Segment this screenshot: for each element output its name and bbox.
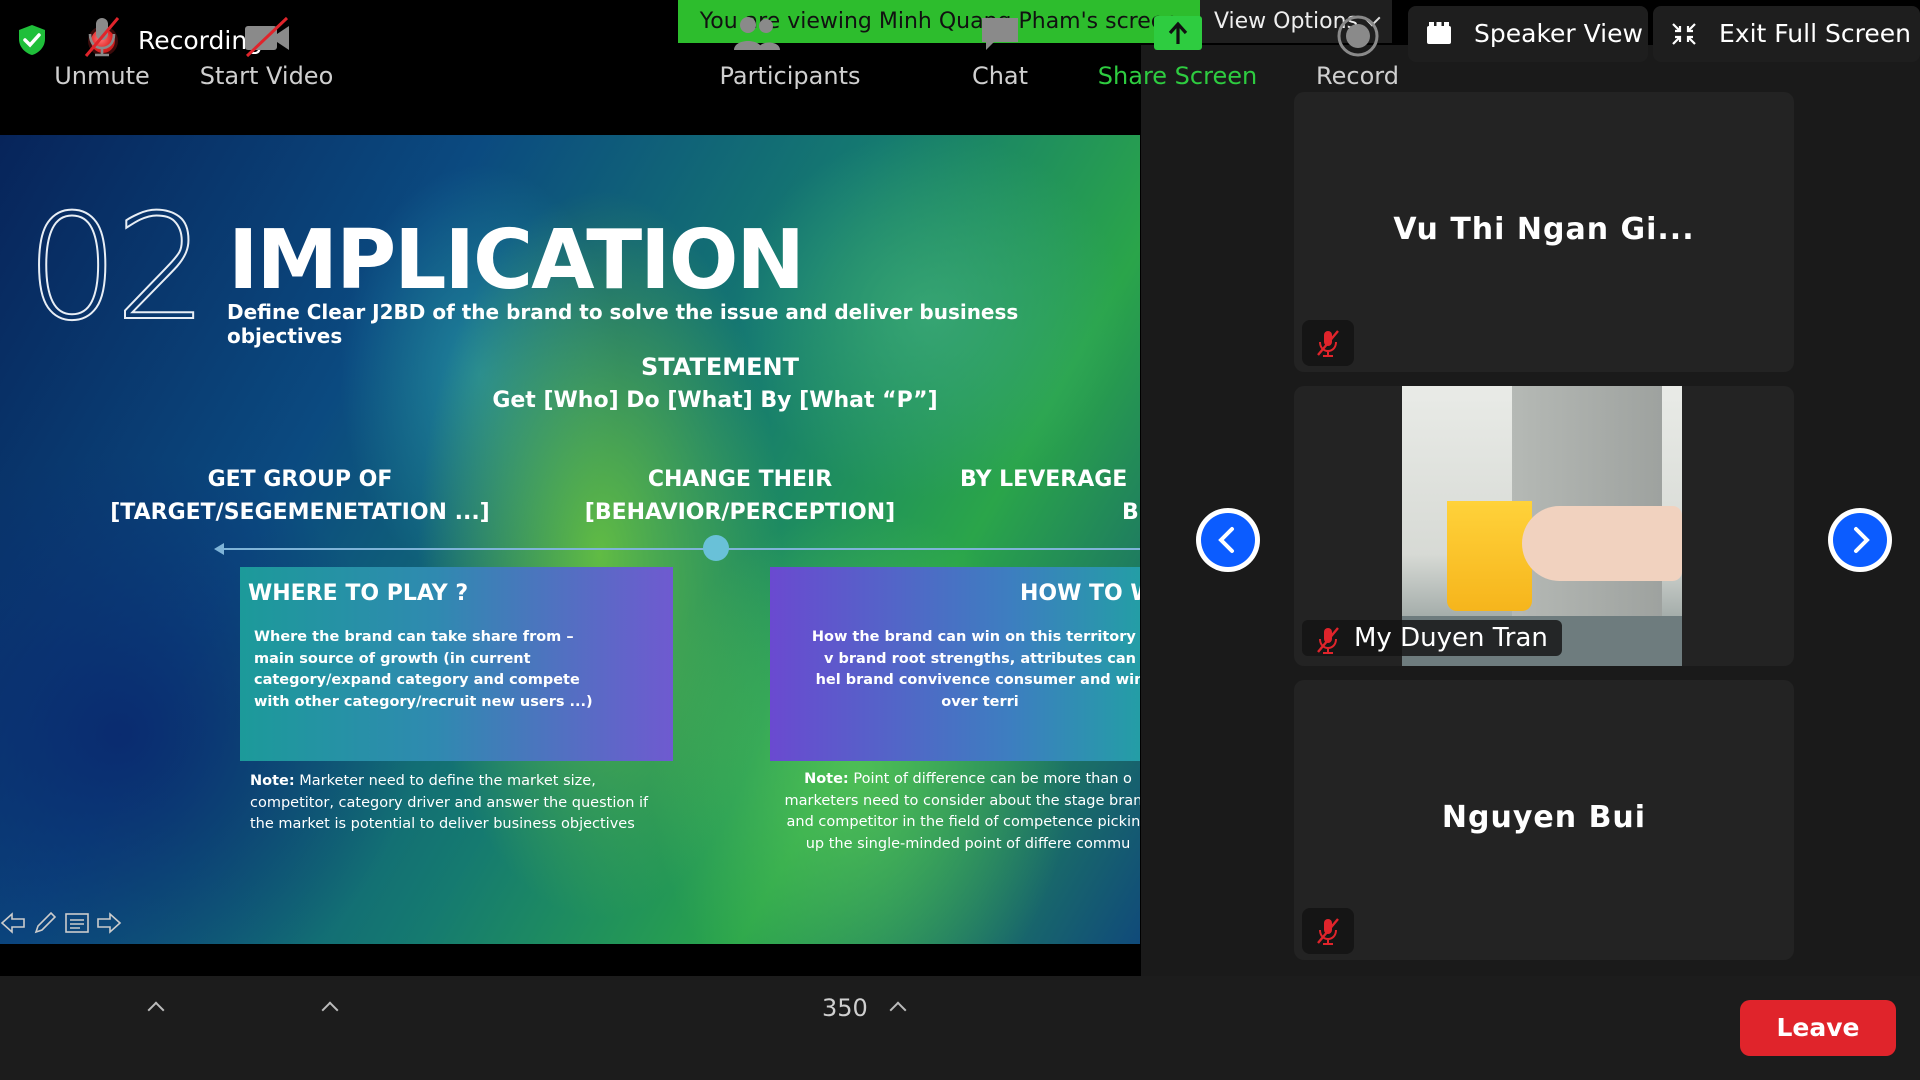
speaker-view-icon bbox=[1427, 22, 1451, 44]
unmute-label: Unmute bbox=[54, 62, 150, 90]
mic-muted-icon bbox=[1317, 330, 1339, 357]
unmute-button[interactable]: Unmute bbox=[40, 0, 164, 104]
record-icon bbox=[1337, 15, 1378, 57]
video-off-icon bbox=[244, 16, 289, 58]
how-to-win-box: HOW TO W How the brand can win on this t… bbox=[770, 567, 1140, 761]
statement-heading: STATEMENT bbox=[640, 353, 799, 381]
record-button[interactable]: Record bbox=[1305, 0, 1410, 104]
column-heading-line: GET GROUP OF bbox=[207, 467, 393, 492]
start-video-button[interactable]: Start Video bbox=[195, 0, 338, 104]
share-screen-button[interactable]: Share Screen bbox=[1090, 0, 1265, 104]
exit-fullscreen-label: Exit Full Screen bbox=[1719, 19, 1911, 48]
participant-tile[interactable]: Vu Thi Ngan Gi... bbox=[1294, 92, 1794, 372]
slide-controls bbox=[0, 910, 130, 940]
participant-tile[interactable]: My Duyen Tran bbox=[1294, 386, 1794, 666]
pen-icon[interactable] bbox=[32, 910, 58, 936]
column-heading-line: [TARGET/SEGEMENETATION ...] bbox=[110, 500, 490, 525]
chat-label: Chat bbox=[971, 62, 1029, 90]
column-heading-line: CHANGE THEIR bbox=[647, 467, 833, 492]
column-heading-line: BY LEVERAGE bbox=[960, 467, 1128, 492]
exit-fullscreen-icon bbox=[1672, 23, 1696, 45]
note-right: Note: Point of difference can be more th… bbox=[778, 769, 1141, 855]
box-body: Where the brand can take share from – ma… bbox=[254, 629, 593, 710]
note-text: Marketer need to define the market size,… bbox=[250, 773, 649, 832]
chat-button[interactable]: Chat bbox=[960, 0, 1040, 104]
slide-number: 02 bbox=[25, 183, 209, 353]
timeline-axis bbox=[218, 548, 1140, 550]
chat-icon bbox=[982, 18, 1018, 50]
chevron-right-icon bbox=[1833, 513, 1887, 567]
mic-muted-badge bbox=[1302, 908, 1354, 954]
arrow-left-icon bbox=[214, 543, 224, 555]
previous-page-button[interactable] bbox=[1196, 508, 1260, 572]
note-label: Note: bbox=[250, 773, 295, 789]
mic-muted-icon bbox=[84, 17, 120, 57]
leave-button[interactable]: Leave bbox=[1740, 1000, 1896, 1056]
record-label: Record bbox=[1316, 62, 1399, 90]
participants-button[interactable]: Participants bbox=[715, 0, 865, 104]
participants-count: 350 bbox=[822, 994, 868, 1022]
slide-subtitle: Define Clear J2BD of the brand to solve … bbox=[227, 300, 1019, 348]
box-heading: WHERE TO PLAY ? bbox=[248, 581, 469, 606]
box-body: How the brand can win on this territory … bbox=[811, 629, 1140, 710]
exit-fullscreen-button[interactable]: Exit Full Screen bbox=[1653, 6, 1920, 62]
participant-tile[interactable]: Nguyen Bui bbox=[1294, 680, 1794, 960]
slide-title: IMPLICATION bbox=[228, 213, 805, 308]
start-video-label: Start Video bbox=[199, 62, 334, 90]
mic-muted-icon bbox=[1317, 918, 1339, 945]
mic-muted-badge bbox=[1302, 320, 1354, 366]
column-heading-line: [BEHAVIOR/PERCEPTION] bbox=[584, 500, 896, 525]
speaker-view-label: Speaker View bbox=[1474, 19, 1643, 48]
participant-name: My Duyen Tran bbox=[1354, 623, 1548, 653]
meeting-toolbar bbox=[0, 976, 1920, 1080]
next-page-button[interactable] bbox=[1828, 508, 1892, 572]
participant-name-tag: My Duyen Tran bbox=[1302, 620, 1562, 656]
previous-slide-icon[interactable] bbox=[0, 910, 26, 936]
share-screen-icon bbox=[1153, 16, 1202, 50]
mic-muted-icon bbox=[1317, 627, 1339, 654]
column-heading-leverage: BY LEVERAGE B bbox=[960, 463, 1140, 529]
shared-screen-slide: 02 IMPLICATION Define Clear J2BD of the … bbox=[0, 135, 1140, 944]
column-heading-behavior: CHANGE THEIR [BEHAVIOR/PERCEPTION] bbox=[560, 463, 920, 529]
chevron-left-icon bbox=[1201, 513, 1255, 567]
share-screen-label: Share Screen bbox=[1097, 62, 1258, 90]
statement-formula: Get [Who] Do [What] By [What “P”] bbox=[492, 388, 938, 413]
participants-icon bbox=[734, 17, 780, 50]
speaker-view-button[interactable]: Speaker View bbox=[1408, 6, 1648, 62]
column-heading-line: B bbox=[1122, 500, 1139, 525]
menu-icon[interactable] bbox=[64, 910, 90, 936]
note-left: Note: Marketer need to define the market… bbox=[250, 771, 670, 836]
timeline-marker bbox=[703, 535, 729, 561]
participants-label: Participants bbox=[719, 62, 861, 90]
participant-name: Vu Thi Ngan Gi... bbox=[1393, 212, 1695, 247]
next-slide-icon[interactable] bbox=[96, 910, 122, 936]
note-label: Note: bbox=[804, 771, 849, 787]
where-to-play-box: WHERE TO PLAY ? Where the brand can take… bbox=[240, 567, 673, 761]
box-heading: HOW TO W bbox=[1020, 581, 1140, 606]
column-heading-target: GET GROUP OF [TARGET/SEGEMENETATION ...] bbox=[100, 463, 500, 529]
participant-name: Nguyen Bui bbox=[1441, 800, 1647, 835]
